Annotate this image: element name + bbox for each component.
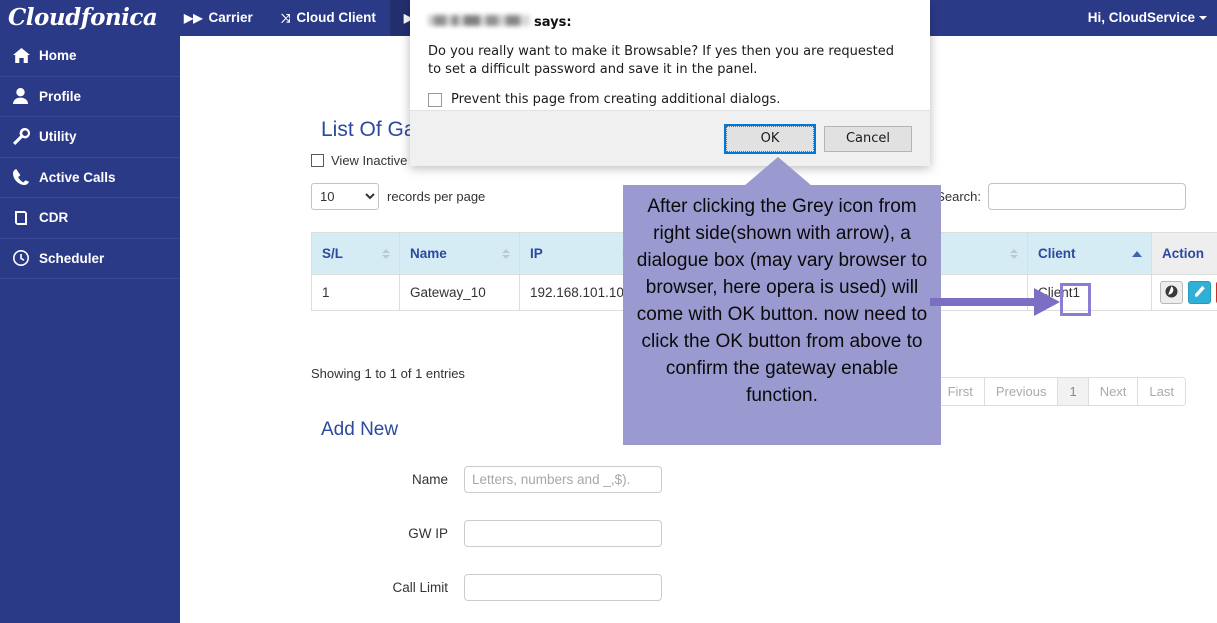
name-input[interactable] [464,466,662,493]
annotation-text: After clicking the Grey icon from right … [636,196,928,406]
sidebar-item-utility[interactable]: Utility [0,117,180,158]
wrench-icon [13,128,39,146]
col-header-name[interactable]: Name [399,232,520,275]
col-header-action-label: Action [1162,246,1204,261]
forward-icon: ▶▶ [184,11,203,25]
sort-arrows-icon [502,248,510,259]
gw-ip-input[interactable] [464,520,662,547]
col-header-client[interactable]: Client [1027,232,1152,275]
pagination-last[interactable]: Last [1138,378,1185,405]
sort-arrows-icon [382,248,390,259]
arrow-head-icon [1034,288,1060,316]
sidebar-item-home[interactable]: Home [0,36,180,77]
book-icon [13,210,39,226]
nav-item-carrier-label: Carrier [208,10,253,25]
pagination-next[interactable]: Next [1088,378,1139,405]
prevent-dialogs-label: Prevent this page from creating addition… [451,92,781,107]
dialog-ok-button[interactable]: OK [724,123,816,154]
col-header-sl[interactable]: S/L [311,232,400,275]
annotation-arrow [930,288,1072,316]
sidebar-item-profile-label: Profile [39,88,82,104]
sidebar-item-scheduler-label: Scheduler [39,250,105,266]
label-call-limit: Call Limit [392,580,448,595]
col-header-name-label: Name [410,246,447,261]
label-name: Name [411,472,448,487]
form-row-name: Name [180,466,680,493]
action-buttons [1160,281,1217,304]
clock-icon [13,250,39,267]
cell-name: Gateway_10 [399,274,520,311]
call-limit-input[interactable] [464,574,662,601]
add-new-title: Add New [321,419,399,440]
sidebar-item-scheduler[interactable]: Scheduler [0,239,180,279]
sidebar: Home Profile Utility Active Calls CDR Sc… [0,36,180,623]
col-header-client-label: Client [1038,246,1076,261]
edit-button[interactable] [1188,281,1211,304]
pencil-icon [1194,285,1206,300]
form-row-call-limit: Call Limit [180,574,680,601]
nav-item-cloud-client[interactable]: ⤨ Cloud Client [267,0,390,36]
browsable-toggle-button[interactable] [1160,281,1183,304]
annotation-callout: After clicking the Grey icon from right … [623,185,941,445]
search-row: Search: [936,183,1186,210]
records-per-page-label: records per page [387,189,486,204]
view-inactive-checkbox[interactable] [311,154,324,167]
view-inactive-row: View Inactive [311,153,407,168]
redacted-origin [428,15,530,26]
prevent-dialogs-row: Prevent this page from creating addition… [428,92,912,107]
dialog-cancel-button[interactable]: Cancel [824,125,912,152]
pagination-previous[interactable]: Previous [984,378,1059,405]
home-icon [13,48,39,64]
showing-entries-text: Showing 1 to 1 of 1 entries [311,366,465,381]
dialog-says-label: says: [534,15,572,30]
sidebar-item-active-calls[interactable]: Active Calls [0,158,180,198]
sidebar-item-profile[interactable]: Profile [0,77,180,117]
col-header-sl-label: S/L [322,246,344,261]
user-menu-label: Hi, CloudService [1087,10,1195,25]
globe-icon [1165,285,1178,301]
sidebar-item-cdr-label: CDR [39,210,69,226]
pagination-first[interactable]: First [936,378,985,405]
cell-action [1151,274,1217,311]
pagination-page-1[interactable]: 1 [1058,378,1089,405]
dialog-origin-line: says: [428,15,912,30]
cell-ip: 192.168.101.10 [519,274,640,311]
nav-item-carrier[interactable]: ▶▶ Carrier [170,0,267,36]
dialog-body: says: Do you really want to make it Brow… [410,0,930,107]
shuffle-icon: ⤨ [280,11,291,25]
app-root: Cloudfonica ▶▶ Carrier ⤨ Cloud Client ▶▶… [0,0,1217,623]
user-menu[interactable]: Hi, CloudService [1088,0,1207,36]
callout-pointer-triangle [744,157,812,186]
user-icon [13,88,39,105]
sort-arrows-icon [1010,248,1018,259]
view-inactive-label: View Inactive [331,153,408,168]
col-header-ip-label: IP [530,246,543,261]
cell-sl: 1 [311,274,400,311]
records-per-page-row: 10 records per page [311,183,485,210]
form-row-gw-ip: GW IP [180,520,680,547]
nav-item-cloud-client-label: Cloud Client [296,10,376,25]
label-gw-ip: GW IP [408,526,448,541]
search-input[interactable] [988,183,1186,210]
brand-logo[interactable]: Cloudfonica [8,1,178,35]
prevent-dialogs-checkbox[interactable] [428,92,442,107]
arrow-shaft [930,298,1038,306]
dialog-footer: OK Cancel [410,110,930,166]
browser-confirm-dialog: says: Do you really want to make it Brow… [410,0,930,166]
dialog-message: Do you really want to make it Browsable?… [428,44,894,77]
sidebar-item-utility-label: Utility [39,129,77,145]
sidebar-item-cdr[interactable]: CDR [0,198,180,239]
col-header-ip[interactable]: IP [519,232,640,275]
records-per-page-select[interactable]: 10 [311,183,379,210]
search-label: Search: [936,189,981,204]
sidebar-item-home-label: Home [39,48,77,64]
col-header-action: Action [1151,232,1217,275]
pagination: First Previous 1 Next Last [935,377,1186,406]
phone-icon [13,169,39,186]
sidebar-item-active-calls-label: Active Calls [39,169,116,185]
sort-asc-icon [1132,250,1142,257]
chevron-down-icon [1199,16,1207,21]
